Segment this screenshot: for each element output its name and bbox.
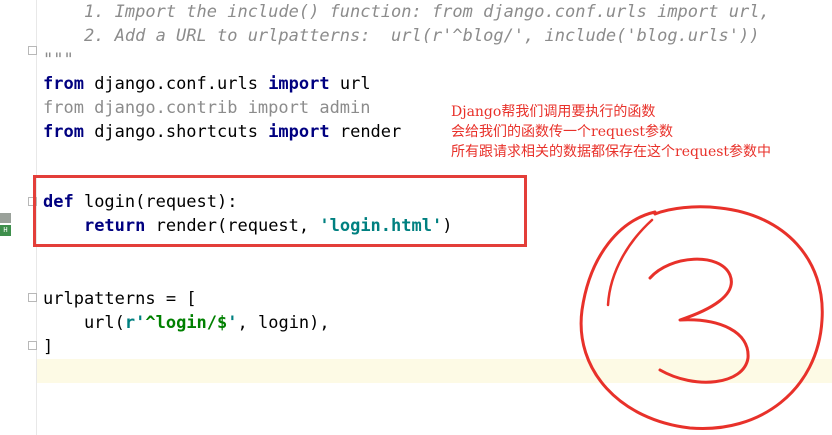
code-token: render [329, 122, 402, 142]
code-line-urlpatterns-close[interactable]: ] [43, 335, 53, 359]
code-token: import [268, 74, 330, 94]
fold-marker[interactable] [28, 46, 37, 55]
code-token: from [43, 122, 84, 142]
code-token: 2. Add a URL to urlpatterns: url(r'^blog… [43, 26, 760, 46]
annotation-note-line3: 所有跟请求相关的数据都保存在这个request参数中 [451, 144, 772, 160]
code-line-docstring-line1[interactable]: 1. Import the include() function: from d… [43, 0, 770, 24]
annotation-note-line1: Django帮我们调用要执行的函数 [451, 104, 656, 120]
code-token: url( [43, 313, 125, 333]
annotation-highlight-box [33, 175, 527, 247]
fold-marker[interactable] [28, 293, 37, 302]
gutter-marker-top [0, 213, 11, 223]
code-token: import [268, 122, 330, 142]
code-line-import-admin[interactable]: from django.contrib import admin [43, 96, 371, 120]
code-token: from [43, 74, 84, 94]
fold-marker[interactable] [28, 341, 37, 350]
code-token: r' [124, 313, 146, 333]
code-token: , login), [237, 313, 330, 333]
code-token: ' [227, 313, 238, 333]
code-line-docstring-end[interactable]: """ [43, 48, 74, 72]
annotation-note-line2: 会给我们的函数传一个request参数 [451, 124, 674, 140]
code-token: ^login/$ [145, 313, 228, 333]
code-token: urlpatterns = [ [43, 289, 197, 309]
code-line-docstring-line2[interactable]: 2. Add a URL to urlpatterns: url(r'^blog… [43, 24, 760, 48]
code-token: django.shortcuts [83, 122, 269, 142]
code-line-import-url[interactable]: from django.conf.urls import url [43, 72, 371, 96]
code-token: from django.contrib import admin [43, 98, 371, 118]
code-token: 1. Import the include() function: from d… [43, 2, 770, 22]
editor-gutter: H [0, 0, 37, 435]
gutter-change-marker[interactable]: H [0, 213, 11, 236]
code-token: django.conf.urls [83, 74, 269, 94]
gutter-marker-label: H [0, 225, 11, 236]
code-line-import-render[interactable]: from django.shortcuts import render [43, 120, 401, 144]
code-line-urlpatterns-open[interactable]: urlpatterns = [ [43, 287, 197, 311]
code-token: ] [43, 337, 54, 357]
code-token: """ [43, 50, 74, 70]
code-line-url-login[interactable]: url(r'^login/$', login), [43, 311, 330, 335]
code-token: url [329, 74, 371, 94]
handwritten-circled-three-icon [579, 205, 824, 431]
